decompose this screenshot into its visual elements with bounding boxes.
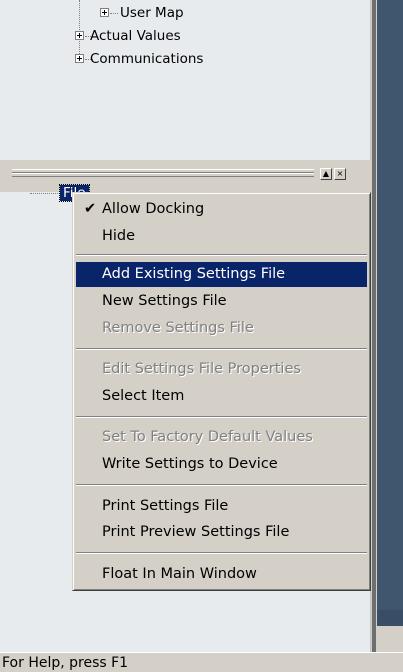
menu-item-remove-settings-file[interactable]: Remove Settings File xyxy=(76,316,367,341)
menu-item-select-item[interactable]: Select Item xyxy=(76,384,367,409)
menu-separator xyxy=(76,254,367,256)
menu-separator xyxy=(76,348,367,350)
status-text: For Help, press F1 xyxy=(2,655,129,671)
close-button[interactable]: × xyxy=(334,168,346,180)
menu-item-allow-docking[interactable]: ✔ Allow Docking xyxy=(76,197,367,222)
menu-item-print-preview-settings-file[interactable]: Print Preview Settings File xyxy=(76,520,367,545)
panel-title-bar[interactable]: ▲ × xyxy=(0,160,371,192)
tree-item-label: User Map xyxy=(120,5,184,21)
menu-item-print-settings-file[interactable]: Print Settings File xyxy=(76,494,367,519)
menu-item-label: Write Settings to Device xyxy=(102,456,278,472)
restore-button[interactable]: ▲ xyxy=(320,168,332,180)
menu-item-label: Float In Main Window xyxy=(102,566,257,582)
menu-item-add-existing-settings-file[interactable]: Add Existing Settings File xyxy=(76,262,367,287)
main-window-edge xyxy=(371,0,403,652)
menu-item-label: Print Settings File xyxy=(102,498,229,514)
menu-item-label: Hide xyxy=(102,228,136,244)
menu-item-hide[interactable]: Hide xyxy=(76,224,367,249)
menu-item-label: Add Existing Settings File xyxy=(102,266,286,282)
menu-item-label: Edit Settings File Properties xyxy=(102,361,301,377)
expand-icon[interactable] xyxy=(100,8,109,17)
tree-item-label: Communications xyxy=(90,51,204,67)
checkmark-icon: ✔ xyxy=(84,201,97,217)
menu-item-label: Print Preview Settings File xyxy=(102,524,290,540)
menu-separator xyxy=(76,552,367,554)
menu-item-float-in-main-window[interactable]: Float In Main Window xyxy=(76,562,367,587)
menu-item-label: Allow Docking xyxy=(102,201,205,217)
close-icon: × xyxy=(336,169,344,178)
tree-item-label: Actual Values xyxy=(90,28,181,44)
status-bar: For Help, press F1 xyxy=(0,652,403,672)
menu-separator xyxy=(76,416,367,418)
menu-item-set-to-factory-default-values[interactable]: Set To Factory Default Values xyxy=(76,425,367,450)
menu-item-new-settings-file[interactable]: New Settings File xyxy=(76,289,367,314)
menu-item-edit-settings-file-properties[interactable]: Edit Settings File Properties xyxy=(76,357,367,382)
menu-separator xyxy=(76,484,367,486)
menu-item-label: Remove Settings File xyxy=(102,320,254,336)
menu-item-label: Select Item xyxy=(102,388,185,404)
expand-icon[interactable] xyxy=(75,54,84,63)
menu-item-label: Set To Factory Default Values xyxy=(102,429,313,445)
expand-icon[interactable] xyxy=(75,31,84,40)
menu-item-label: New Settings File xyxy=(102,293,227,309)
navigation-tree-panel: User Map Actual Values Communications xyxy=(0,0,371,180)
tree-guide-line xyxy=(30,193,60,194)
grip-icon[interactable] xyxy=(12,173,314,177)
triangle-up-icon: ▲ xyxy=(322,169,330,178)
tree-guide-line xyxy=(79,0,80,60)
menu-item-write-settings-to-device[interactable]: Write Settings to Device xyxy=(76,452,367,477)
context-menu: ✔ Allow Docking Hide Add Existing Settin… xyxy=(72,192,371,591)
